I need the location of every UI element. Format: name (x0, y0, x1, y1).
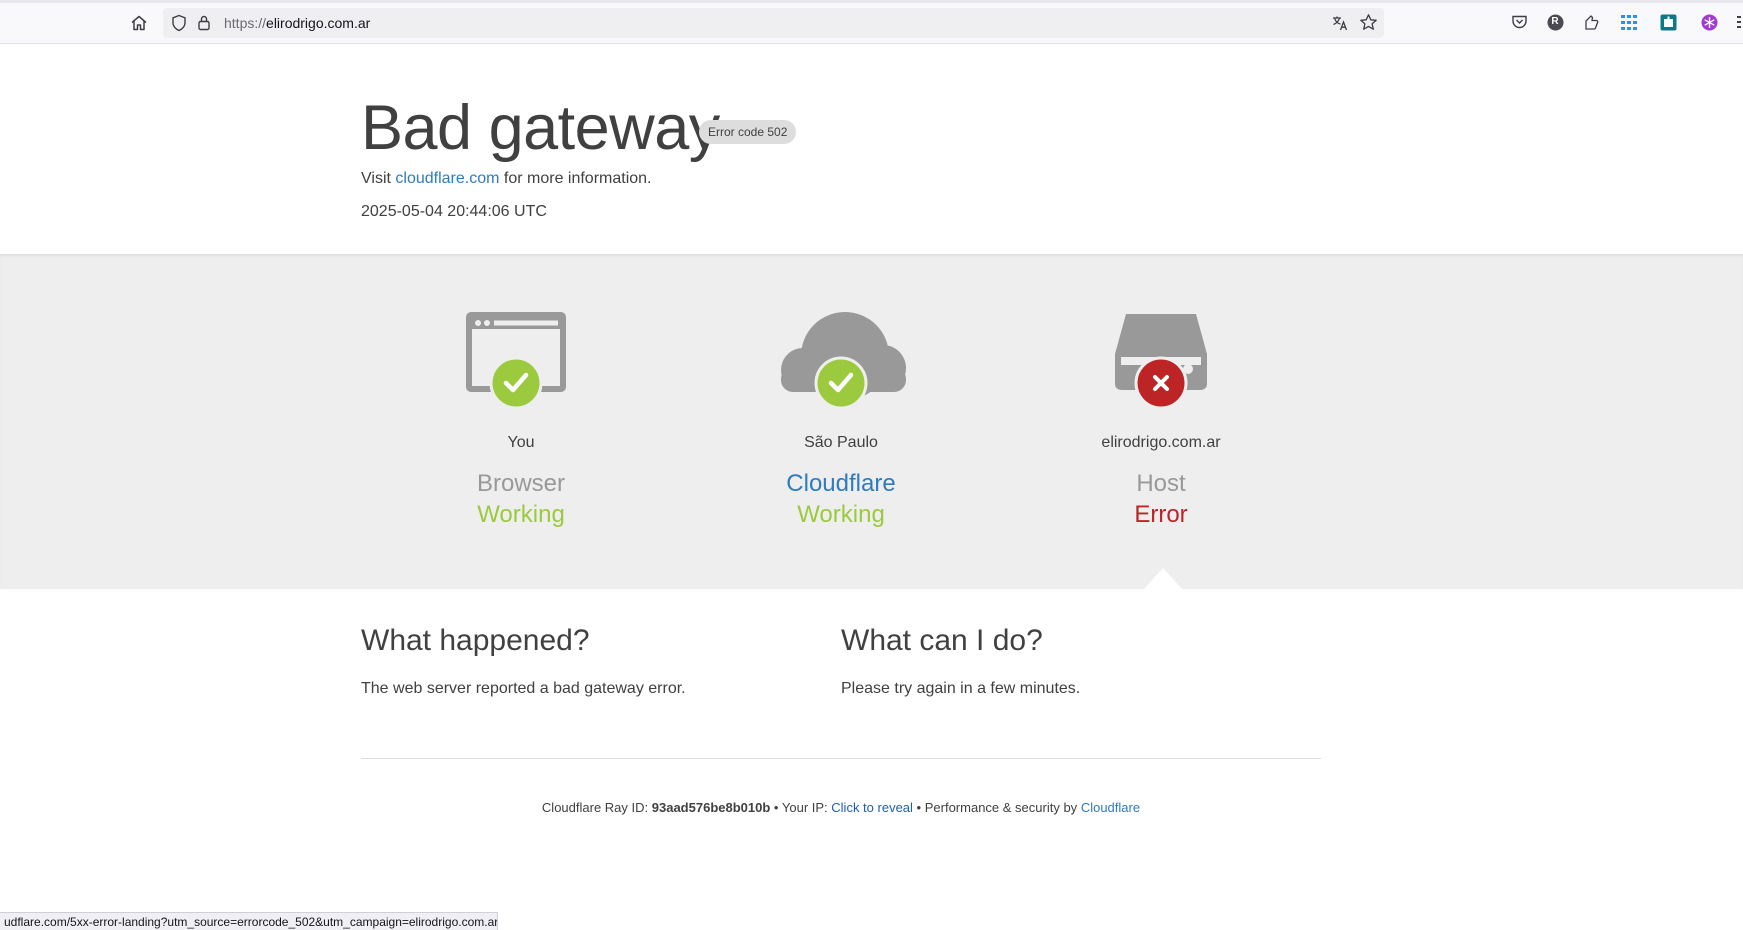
check-icon (489, 356, 543, 410)
apps-grid-button[interactable] (1620, 13, 1638, 31)
star-icon (1360, 14, 1377, 30)
pocket-button[interactable] (1510, 13, 1528, 31)
footer-separator: • (773, 800, 779, 815)
status-diagram: You Browser Working São Paulo Cloudflare… (0, 254, 1743, 589)
translate-icon (1333, 16, 1348, 31)
check-icon (814, 356, 868, 410)
cross-icon (1134, 356, 1188, 410)
what-can-i-do-heading: What can I do? (841, 624, 1043, 657)
url-scheme: https:// (224, 15, 267, 31)
footer-divider (361, 758, 1321, 759)
address-bar[interactable]: https://elirodrigo.com.ar (163, 8, 1384, 38)
url-host: elirodrigo.com.ar (266, 15, 371, 31)
apps-grid-icon (1620, 14, 1637, 30)
cloudflare-location: São Paulo (804, 434, 878, 451)
error-header: Bad gateway Error code 502 Visit cloudfl… (0, 44, 1743, 254)
ray-id-label: Cloudflare Ray ID: (541, 800, 649, 815)
bookmark-star-button[interactable] (1359, 13, 1378, 37)
host-location: elirodrigo.com.ar (1101, 434, 1221, 451)
host-status-icon (1112, 312, 1210, 417)
browser-state: Working (477, 501, 565, 528)
what-happened-text: The web server reported a bad gateway er… (361, 680, 686, 697)
visit-suffix: for more information. (503, 170, 652, 187)
purple-extension-button[interactable] (1700, 13, 1718, 31)
profile-extension-button[interactable]: R (1546, 13, 1564, 31)
error-code-badge: Error code 502 (699, 120, 797, 144)
pocket-icon (1511, 15, 1527, 29)
browser-toolbar: https://elirodrigo.com.ar R (0, 0, 1743, 44)
menu-button[interactable] (1733, 13, 1743, 31)
profile-r-label: R (1551, 16, 1559, 27)
cloudflare-status-icon (765, 312, 917, 417)
status-bar-url: udflare.com/5xx-error-landing?utm_source… (0, 912, 498, 930)
url-text[interactable]: https://elirodrigo.com.ar (224, 15, 370, 31)
cloudflare-kind[interactable]: Cloudflare (691, 470, 991, 498)
browser-status-icon (466, 312, 576, 417)
lock-icon (198, 15, 210, 31)
browser-location: You (507, 434, 535, 451)
ray-id-value: 93aad576be8b010b (651, 800, 771, 815)
host-kind: Host (1136, 470, 1186, 497)
site-security-button[interactable] (197, 14, 211, 36)
visit-prefix: Visit (361, 170, 391, 187)
cloudflare-state: Working (797, 501, 885, 528)
ip-label: Your IP: (781, 800, 828, 815)
teal-extension-icon (1660, 14, 1676, 30)
page-title: Bad gateway (361, 93, 720, 163)
footer-separator: • (916, 800, 922, 815)
menu-icon (1737, 16, 1741, 28)
extensions-button[interactable] (1582, 13, 1600, 31)
footer: Cloudflare Ray ID: 93aad576be8b010b • Yo… (361, 800, 1321, 815)
cloudflare-link[interactable]: cloudflare.com (395, 170, 499, 187)
translate-button[interactable] (1331, 14, 1349, 37)
home-button[interactable] (128, 12, 150, 34)
shield-icon (172, 14, 186, 32)
purple-extension-icon (1701, 14, 1717, 30)
error-timestamp: 2025-05-04 20:44:06 UTC (361, 203, 547, 220)
reveal-ip-link[interactable]: Click to reveal (831, 800, 913, 815)
what-happened-heading: What happened? (361, 624, 590, 657)
performance-label: Performance & security by (924, 800, 1078, 815)
home-icon (131, 15, 147, 31)
host-state: Error (1134, 501, 1188, 528)
teal-extension-button[interactable] (1659, 13, 1677, 31)
footer-cloudflare-link[interactable]: Cloudflare (1081, 800, 1140, 815)
status-pointer (1143, 568, 1183, 590)
tracking-protection-button[interactable] (171, 14, 187, 37)
visit-line: Visit cloudflare.com for more informatio… (361, 170, 652, 188)
browser-kind: Browser (476, 470, 566, 497)
tab-strip-edge (0, 0, 1743, 3)
what-can-i-do-text: Please try again in a few minutes. (841, 680, 1081, 697)
extensions-icon (1584, 14, 1598, 30)
